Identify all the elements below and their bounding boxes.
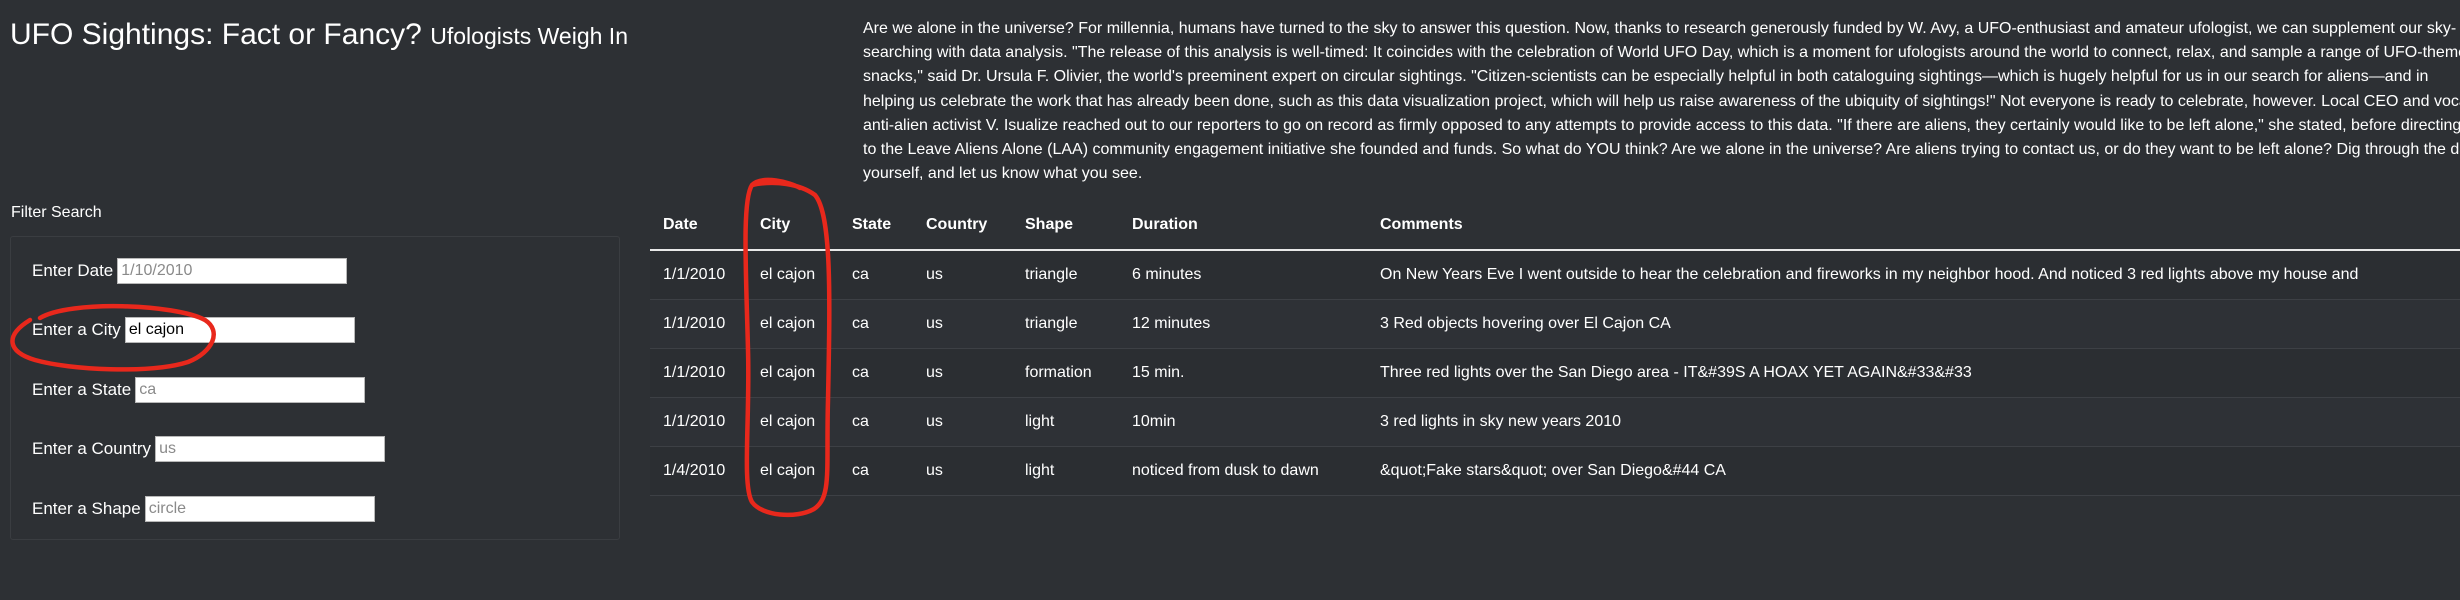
sightings-table: Date City State Country Shape Duration C… — [650, 201, 2460, 496]
city-cell: el cajon — [747, 250, 839, 300]
state-filter-label: Enter a State — [32, 380, 132, 399]
comments-cell: 3 red lights in sky new years 2010 — [1367, 397, 2460, 447]
shape-cell: light — [1012, 446, 1119, 496]
comments-cell: Three red lights over the San Diego area… — [1367, 348, 2460, 398]
sightings-table-container: Date City State Country Shape Duration C… — [650, 201, 2460, 498]
city-cell: el cajon — [747, 348, 839, 398]
country-cell: us — [913, 299, 1012, 349]
column-header[interactable]: Country — [913, 201, 1012, 251]
date-cell: 1/1/2010 — [650, 348, 747, 398]
shape-input[interactable] — [144, 496, 375, 522]
column-header[interactable]: Date — [650, 201, 747, 251]
city-cell: el cajon — [747, 397, 839, 447]
table-row: 1/1/2010 el cajon ca us light 10min 3 re… — [650, 397, 2460, 447]
table-header-row: Date City State Country Shape Duration C… — [650, 201, 2460, 251]
column-header[interactable]: Shape — [1012, 201, 1119, 251]
table-row: 1/1/2010 el cajon ca us formation 15 min… — [650, 348, 2460, 398]
city-cell: el cajon — [747, 446, 839, 496]
filter-search-heading: Filter Search — [11, 204, 102, 221]
intro-paragraph: Are we alone in the universe? For millen… — [863, 20, 2460, 183]
comments-cell: &quot;Fake stars&quot; over San Diego&#4… — [1367, 446, 2460, 496]
duration-cell: 15 min. — [1119, 348, 1367, 398]
country-cell: us — [913, 446, 1012, 496]
duration-cell: noticed from dusk to dawn — [1119, 446, 1367, 496]
duration-cell: 10min — [1119, 397, 1367, 447]
date-cell: 1/1/2010 — [650, 250, 747, 300]
column-header[interactable]: Duration — [1119, 201, 1367, 251]
state-cell: ca — [839, 446, 913, 496]
table-row: 1/4/2010 el cajon ca us light noticed fr… — [650, 446, 2460, 496]
state-input[interactable] — [135, 377, 366, 403]
duration-cell: 12 minutes — [1119, 299, 1367, 349]
shape-cell: formation — [1012, 348, 1119, 398]
date-cell: 1/4/2010 — [650, 446, 747, 496]
table-row: 1/1/2010 el cajon ca us triangle 6 minut… — [650, 250, 2460, 300]
shape-filter-label: Enter a Shape — [32, 499, 141, 518]
date-input[interactable] — [117, 258, 348, 284]
state-cell: ca — [839, 397, 913, 447]
table-row: 1/1/2010 el cajon ca us triangle 12 minu… — [650, 299, 2460, 349]
shape-cell: triangle — [1012, 250, 1119, 300]
column-header[interactable]: Comments — [1367, 201, 2460, 251]
date-filter: Enter Date — [32, 256, 348, 286]
page-subtitle: Ufologists Weigh In — [430, 23, 628, 49]
page-title-main: UFO Sightings: Fact or Fancy? — [10, 18, 422, 51]
shape-cell: triangle — [1012, 299, 1119, 349]
state-cell: ca — [839, 250, 913, 300]
city-cell: el cajon — [747, 299, 839, 349]
state-cell: ca — [839, 348, 913, 398]
city-input[interactable] — [124, 317, 355, 343]
country-cell: us — [913, 348, 1012, 398]
state-filter: Enter a State — [32, 375, 366, 405]
date-cell: 1/1/2010 — [650, 397, 747, 447]
country-cell: us — [913, 397, 1012, 447]
country-filter-label: Enter a Country — [32, 439, 152, 458]
date-cell: 1/1/2010 — [650, 299, 747, 349]
country-filter: Enter a Country — [32, 434, 386, 464]
shape-filter: Enter a Shape — [32, 494, 375, 524]
city-filter-label: Enter a City — [32, 320, 121, 339]
date-filter-label: Enter Date — [32, 261, 114, 280]
state-cell: ca — [839, 299, 913, 349]
country-input[interactable] — [155, 436, 386, 462]
shape-cell: light — [1012, 397, 1119, 447]
comments-cell: 3 Red objects hovering over El Cajon CA — [1367, 299, 2460, 349]
page-title: UFO Sightings: Fact or Fancy? Ufologists… — [10, 18, 628, 52]
ufo-sightings-page: UFO Sightings: Fact or Fancy? Ufologists… — [0, 0, 2460, 600]
city-filter: Enter a City — [32, 315, 355, 345]
column-header[interactable]: State — [839, 201, 913, 251]
comments-cell: On New Years Eve I went outside to hear … — [1367, 250, 2460, 300]
column-header[interactable]: City — [747, 201, 839, 251]
filter-panel: Enter Date Enter a City Enter a State En… — [10, 236, 620, 540]
country-cell: us — [913, 250, 1012, 300]
duration-cell: 6 minutes — [1119, 250, 1367, 300]
